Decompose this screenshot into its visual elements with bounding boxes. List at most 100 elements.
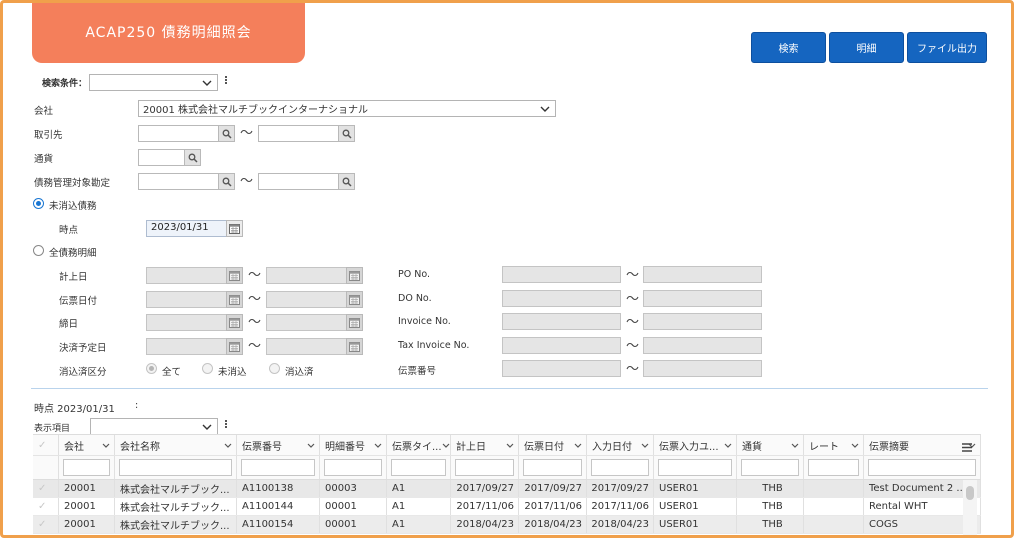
- column-filter-input[interactable]: [241, 459, 315, 476]
- display-menu-icon[interactable]: [225, 419, 228, 429]
- column-header[interactable]: 明細番号: [320, 435, 387, 455]
- calendar-icon[interactable]: [346, 314, 363, 331]
- column-filter-input[interactable]: [324, 459, 382, 476]
- calendar-icon[interactable]: [226, 220, 243, 237]
- table-row[interactable]: ✓ 20001 株式会社マルチブック... A1100154 00001 A1 2018/0…: [33, 516, 981, 534]
- invoice-to-input[interactable]: [643, 313, 762, 330]
- column-filter-input[interactable]: [658, 459, 732, 476]
- chevron-down-icon[interactable]: [506, 440, 514, 451]
- column-header[interactable]: 伝票日付: [519, 435, 587, 455]
- column-filter-input[interactable]: [868, 459, 976, 476]
- company-select[interactable]: 20001 株式会社マルチブックインターナショナル: [138, 100, 556, 117]
- company-select-value: 20001 株式会社マルチブックインターナショナル: [143, 105, 368, 116]
- calendar-icon[interactable]: [226, 314, 243, 331]
- search-icon[interactable]: [218, 125, 235, 142]
- chevron-down-icon[interactable]: [307, 440, 315, 451]
- search-button[interactable]: 検索: [751, 32, 826, 63]
- column-header[interactable]: 伝票入力ユ...: [654, 435, 737, 455]
- chevron-down-icon[interactable]: [851, 440, 859, 451]
- posting-date-from-input[interactable]: [146, 267, 227, 284]
- slip-no-from-input[interactable]: [502, 360, 621, 377]
- search-icon[interactable]: [184, 149, 201, 166]
- table-row[interactable]: ✓ 20001 株式会社マルチブック... A1100138 00003 A1 2017/0…: [33, 480, 981, 498]
- calendar-icon[interactable]: [346, 267, 363, 284]
- chevron-down-icon[interactable]: [374, 440, 382, 451]
- hamburger-menu-icon[interactable]: [960, 440, 974, 454]
- column-header[interactable]: 通貨: [737, 435, 804, 455]
- all-details-radio[interactable]: [33, 245, 44, 256]
- search-icon[interactable]: [338, 173, 355, 190]
- criteria-select[interactable]: [89, 74, 218, 91]
- calendar-icon[interactable]: [346, 338, 363, 355]
- tax-invoice-to-input[interactable]: [643, 337, 762, 354]
- column-filter-input[interactable]: [741, 459, 799, 476]
- column-filter-input[interactable]: [455, 459, 514, 476]
- chevron-down-icon[interactable]: [724, 440, 732, 451]
- column-header-label: 入力日付: [592, 441, 632, 453]
- point-date-input[interactable]: 2023/01/31: [146, 220, 227, 237]
- slip-no-to-input[interactable]: [643, 360, 762, 377]
- column-filter-input[interactable]: [591, 459, 649, 476]
- po-from-input[interactable]: [502, 266, 621, 283]
- column-filter-input[interactable]: [63, 459, 110, 476]
- column-header[interactable]: 計上日: [451, 435, 519, 455]
- account-from-input[interactable]: [138, 173, 219, 190]
- calendar-icon[interactable]: [226, 338, 243, 355]
- account-to-input[interactable]: [258, 173, 339, 190]
- currency-input[interactable]: [138, 149, 185, 166]
- calendar-icon[interactable]: [346, 291, 363, 308]
- table-scrollbar-thumb[interactable]: [966, 486, 974, 500]
- column-header[interactable]: 会社: [59, 435, 115, 455]
- column-filter-input[interactable]: [523, 459, 582, 476]
- chevron-down-icon[interactable]: [102, 440, 110, 451]
- do-to-input[interactable]: [643, 290, 762, 307]
- search-icon[interactable]: [338, 125, 355, 142]
- partner-to-input[interactable]: [258, 125, 339, 142]
- row-checkbox[interactable]: ✓: [33, 516, 59, 533]
- table-cell: 株式会社マルチブック...: [115, 480, 237, 497]
- column-filter-input[interactable]: [119, 459, 232, 476]
- slip-date-label: 伝票日付: [59, 296, 98, 307]
- partner-from-input[interactable]: [138, 125, 219, 142]
- column-filter-input[interactable]: [391, 459, 446, 476]
- chevron-down-icon[interactable]: [224, 440, 232, 451]
- settlement-date-from-input[interactable]: [146, 338, 227, 355]
- column-filter-input[interactable]: [808, 459, 859, 476]
- posting-date-to-input[interactable]: [266, 267, 347, 284]
- select-all-checkbox[interactable]: ✓: [33, 435, 59, 455]
- detail-button[interactable]: 明細: [829, 32, 904, 63]
- po-to-input[interactable]: [643, 266, 762, 283]
- column-header[interactable]: 伝票番号: [237, 435, 320, 455]
- row-checkbox[interactable]: ✓: [33, 498, 59, 515]
- clearing-open-radio[interactable]: [202, 363, 213, 374]
- chevron-down-icon[interactable]: [641, 440, 649, 451]
- clearing-done-radio[interactable]: [269, 363, 280, 374]
- criteria-menu-icon[interactable]: [225, 75, 228, 85]
- slip-date-from-input[interactable]: [146, 291, 227, 308]
- table-row[interactable]: ✓ 20001 株式会社マルチブック... A1100144 00001 A1 2017/1…: [33, 498, 981, 516]
- settlement-date-to-input[interactable]: [266, 338, 347, 355]
- export-file-button[interactable]: ファイル出力: [907, 32, 987, 63]
- clearing-all-radio[interactable]: [146, 363, 157, 374]
- tax-invoice-from-input[interactable]: [502, 337, 621, 354]
- column-header[interactable]: 伝票タイ...: [387, 435, 451, 455]
- row-checkbox[interactable]: ✓: [33, 480, 59, 497]
- chevron-down-icon[interactable]: [574, 440, 582, 451]
- column-header[interactable]: 入力日付: [587, 435, 654, 455]
- invoice-from-input[interactable]: [502, 313, 621, 330]
- search-icon[interactable]: [218, 173, 235, 190]
- calendar-icon[interactable]: [226, 267, 243, 284]
- column-header[interactable]: 会社名称: [115, 435, 237, 455]
- table-cell: 20001: [59, 480, 115, 497]
- outstanding-radio[interactable]: [33, 198, 44, 209]
- closing-date-from-input[interactable]: [146, 314, 227, 331]
- display-items-select[interactable]: [90, 418, 218, 435]
- slip-date-to-input[interactable]: [266, 291, 347, 308]
- chevron-down-icon[interactable]: [791, 440, 799, 451]
- do-from-input[interactable]: [502, 290, 621, 307]
- column-header[interactable]: レート: [804, 435, 864, 455]
- chevron-down-icon[interactable]: [442, 440, 450, 451]
- closing-date-to-input[interactable]: [266, 314, 347, 331]
- calendar-icon[interactable]: [226, 291, 243, 308]
- invoice-label: Invoice No.: [398, 316, 451, 327]
